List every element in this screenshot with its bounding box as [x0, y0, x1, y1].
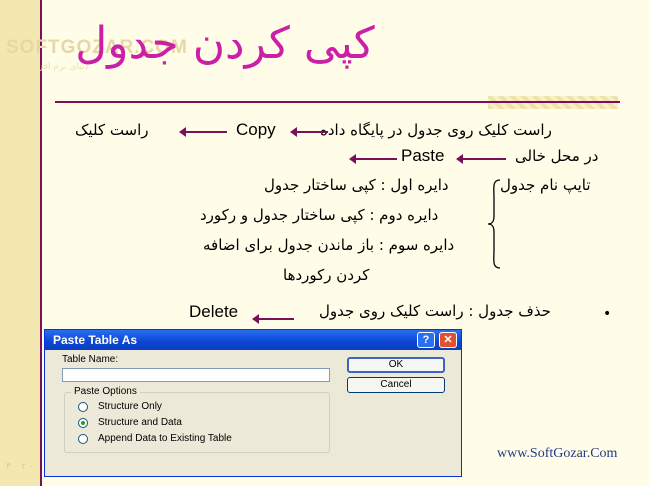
paste-label: Paste: [401, 146, 445, 165]
site-url: www.SoftGozar.Com: [497, 446, 618, 461]
text-option-3: دایره سوم : باز ماندن جدول برای اضافه: [203, 236, 455, 254]
ok-button[interactable]: OK: [347, 357, 445, 373]
close-button[interactable]: ✕: [439, 332, 457, 348]
radio-structure-and-data[interactable]: [78, 418, 88, 428]
arrow-3: [456, 154, 506, 164]
title-divider: [55, 101, 620, 103]
slide-title: کپی کردن جدول: [75, 18, 375, 69]
table-name-input[interactable]: [62, 368, 330, 382]
footer-watermark: ۴ ۰ ۲ ۰: [6, 462, 34, 472]
slide-sidebar: [0, 0, 40, 486]
radio-structure-only[interactable]: [78, 402, 88, 412]
table-name-label: Table Name:: [62, 354, 119, 365]
dialog-title: Paste Table As: [53, 333, 138, 347]
radio-label-structure-only[interactable]: Structure Only: [98, 401, 162, 412]
text-option-1: دایره اول : کپی ساختار جدول: [264, 176, 449, 194]
arrow-5: [252, 314, 294, 324]
text-right-click: راست کلیک: [75, 121, 149, 139]
text-delete-table: حذف جدول : راست کلیک روی جدول: [319, 302, 551, 320]
radio-label-append-data[interactable]: Append Data to Existing Table: [98, 433, 232, 444]
radio-append-data[interactable]: [78, 434, 88, 444]
copy-label: Copy: [236, 120, 276, 139]
dialog-titlebar[interactable]: Paste Table As ? ✕: [45, 330, 461, 350]
sidebar-divider: [40, 0, 42, 486]
text-right-click-table: راست کلیک روی جدول در پایگاه داده: [320, 121, 552, 139]
radio-label-structure-and-data[interactable]: Structure and Data: [98, 417, 182, 428]
arrow-4: [349, 154, 397, 164]
arrow-1: [290, 127, 328, 137]
help-button[interactable]: ?: [417, 332, 435, 348]
arrow-2: [179, 127, 227, 137]
text-type-name: تایپ نام جدول: [500, 176, 591, 194]
cancel-button[interactable]: Cancel: [347, 377, 445, 393]
delete-label: Delete: [189, 302, 239, 321]
bullet: •: [603, 306, 612, 322]
text-empty-area: در محل خالی: [515, 147, 599, 165]
paste-options-label: Paste Options: [71, 386, 140, 397]
brace-bracket: [487, 179, 501, 269]
text-option-2: دایره دوم : کپی ساختار جدول و رکورد: [200, 206, 439, 224]
text-option-3-cont: کردن رکوردها: [283, 266, 370, 284]
paste-table-as-dialog: Paste Table As ? ✕ Table Name: Paste Opt…: [44, 329, 462, 477]
